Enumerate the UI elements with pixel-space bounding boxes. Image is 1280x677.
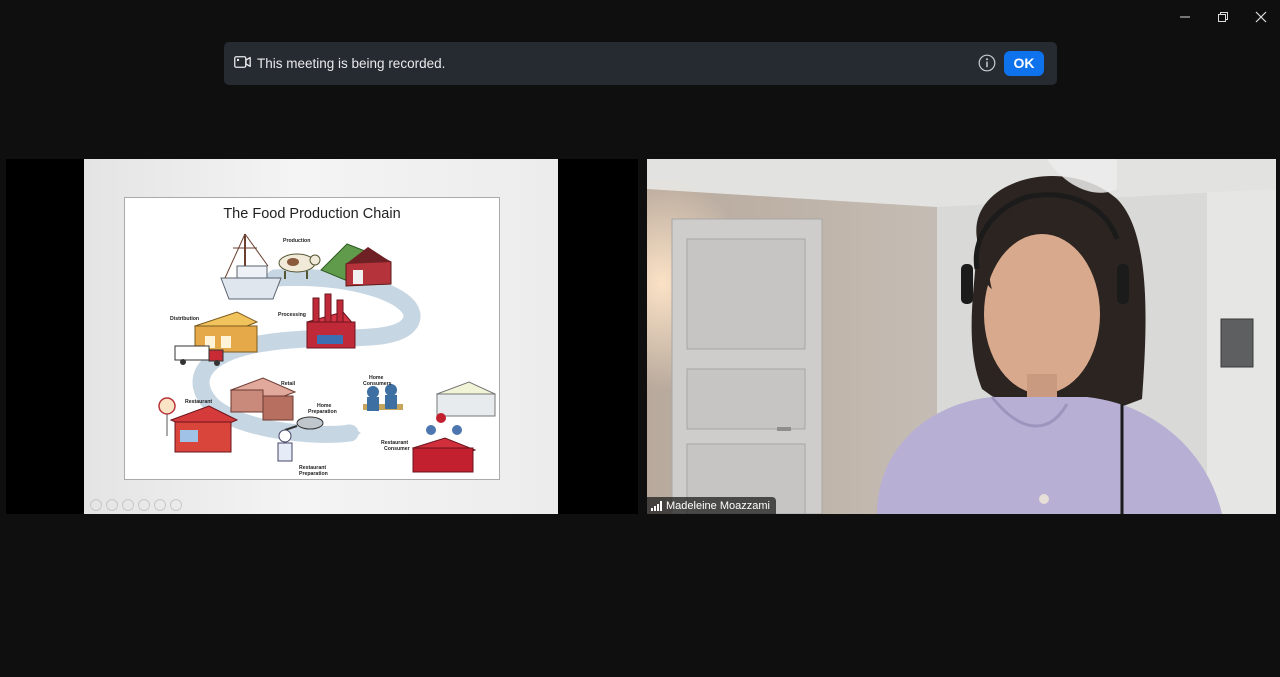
window-controls [1166,0,1280,34]
screen-share-tile: The Food Production Chain Production Pro… [6,159,638,514]
market-illustration [435,381,497,417]
wall-picture [1220,318,1254,368]
label-home-consumers-2: Consumers [363,381,392,387]
label-production: Production [283,238,310,244]
shared-screen: The Food Production Chain Production Pro… [84,159,558,514]
slide: The Food Production Chain Production Pro… [124,197,500,480]
participant-video-tile[interactable]: Madeleine Moazzami [647,159,1276,514]
info-icon[interactable] [978,54,996,72]
close-button[interactable] [1242,0,1280,34]
label-home-preparation-2: Preparation [308,409,337,415]
minimize-icon [1180,16,1190,18]
pen-icon[interactable] [122,499,134,511]
zoom-icon[interactable] [138,499,150,511]
minimize-button[interactable] [1166,0,1204,34]
signal-bars-icon [651,500,662,511]
slide-toolbar [90,499,182,511]
participant-video-feed [647,159,1276,514]
restaurant-consumer-illustration [411,413,477,473]
restore-button[interactable] [1204,0,1242,34]
ok-button[interactable]: OK [1004,51,1044,76]
label-retail: Retail [281,381,296,387]
more-icon[interactable] [170,499,182,511]
door-illustration [671,218,823,514]
label-distribution: Distribution [170,316,199,322]
chef-illustration [277,429,293,462]
prev-slide-icon[interactable] [90,499,102,511]
factory-illustration [306,293,356,349]
next-slide-icon[interactable] [106,499,118,511]
food-chain-illustration: Production Processing Distribution Retai… [158,233,497,477]
participant-name-tag: Madeleine Moazzami [647,497,776,514]
recording-banner: This meeting is being recorded. OK [224,42,1057,85]
restore-icon [1218,12,1228,22]
label-processing: Processing [278,312,306,318]
close-icon [1255,11,1267,23]
home-consumers-illustration [363,384,403,411]
label-restaurant: Restaurant [185,399,212,405]
fishing-boat-illustration [220,233,282,300]
participant-name: Madeleine Moazzami [666,499,770,512]
label-restaurant-consumer-2: Consumer [384,446,410,452]
recording-message: This meeting is being recorded. [257,56,446,71]
view-icon[interactable] [154,499,166,511]
video-camera-icon [234,56,251,68]
label-restaurant-preparation-2: Preparation [299,471,328,477]
